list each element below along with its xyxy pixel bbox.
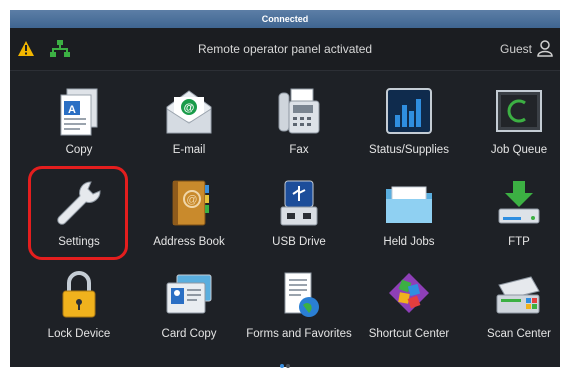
usb-drive-icon — [280, 180, 318, 226]
status-bar: Remote operator panel activated Guest — [10, 28, 560, 71]
ftp-icon — [498, 181, 540, 224]
app-label: Card Copy — [161, 328, 217, 340]
app-status-supplies[interactable]: Status/Supplies — [354, 79, 464, 171]
app-label: E-mail — [172, 144, 206, 156]
app-label: Shortcut Center — [368, 328, 450, 340]
app-lock-device[interactable]: Lock Device — [24, 263, 134, 355]
home-screen: A Copy @ E-mail Fax Status/Supplies Job … — [10, 71, 560, 368]
app-label: Lock Device — [47, 328, 111, 340]
svg-text:A: A — [68, 104, 76, 116]
app-label: Scan Center — [487, 328, 551, 340]
printer-panel: Connected Remote operator panel activate… — [10, 10, 560, 368]
scan-center-icon — [496, 276, 540, 314]
app-card-copy[interactable]: Card Copy — [134, 263, 244, 355]
user-icon[interactable] — [536, 39, 554, 57]
app-address-book[interactable]: @ Address Book — [134, 171, 244, 263]
app-job-queue[interactable]: Job Queue — [464, 79, 570, 171]
app-scan-center[interactable]: Scan Center — [464, 263, 570, 355]
fax-icon — [278, 88, 320, 134]
app-label: Fax — [289, 144, 309, 156]
app-forms-and-favorites[interactable]: Forms and Favorites — [244, 263, 354, 355]
svg-text:@: @ — [184, 102, 195, 114]
status-supplies-icon — [386, 88, 432, 134]
app-shortcut-center[interactable]: Shortcut Center — [354, 263, 464, 355]
app-label: Held Jobs — [383, 236, 435, 248]
app-label: Copy — [65, 144, 93, 156]
app-label: Forms and Favorites — [246, 328, 352, 340]
shortcut-center-icon — [389, 273, 429, 313]
app-label: FTP — [508, 236, 530, 248]
app-usb-drive[interactable]: USB Drive — [244, 171, 354, 263]
page-dot[interactable] — [280, 364, 284, 368]
app-label: Status/Supplies — [369, 144, 449, 156]
settings-highlight — [28, 166, 128, 260]
folder-icon — [386, 186, 432, 223]
forms-favorites-icon — [284, 272, 319, 317]
email-icon: @ — [166, 90, 212, 134]
padlock-icon — [62, 271, 96, 318]
app-ftp[interactable]: FTP — [464, 171, 570, 263]
page-indicator[interactable] — [10, 355, 560, 373]
user-label[interactable]: Guest — [500, 42, 532, 56]
app-copy[interactable]: A Copy — [24, 79, 134, 171]
address-book-icon: @ — [172, 180, 209, 226]
id-card-icon — [166, 274, 212, 314]
app-fax[interactable]: Fax — [244, 79, 354, 171]
copy-icon: A — [60, 88, 98, 136]
status-message: Remote operator panel activated — [197, 42, 373, 56]
app-label: USB Drive — [272, 236, 326, 248]
app-email[interactable]: @ E-mail — [134, 79, 244, 171]
job-queue-icon — [496, 90, 542, 132]
page-dot[interactable] — [286, 364, 290, 368]
connection-banner: Connected — [10, 10, 560, 28]
app-label: Address Book — [153, 236, 225, 248]
app-held-jobs[interactable]: Held Jobs — [354, 171, 464, 263]
svg-text:@: @ — [186, 194, 197, 206]
app-label: Job Queue — [490, 144, 548, 156]
